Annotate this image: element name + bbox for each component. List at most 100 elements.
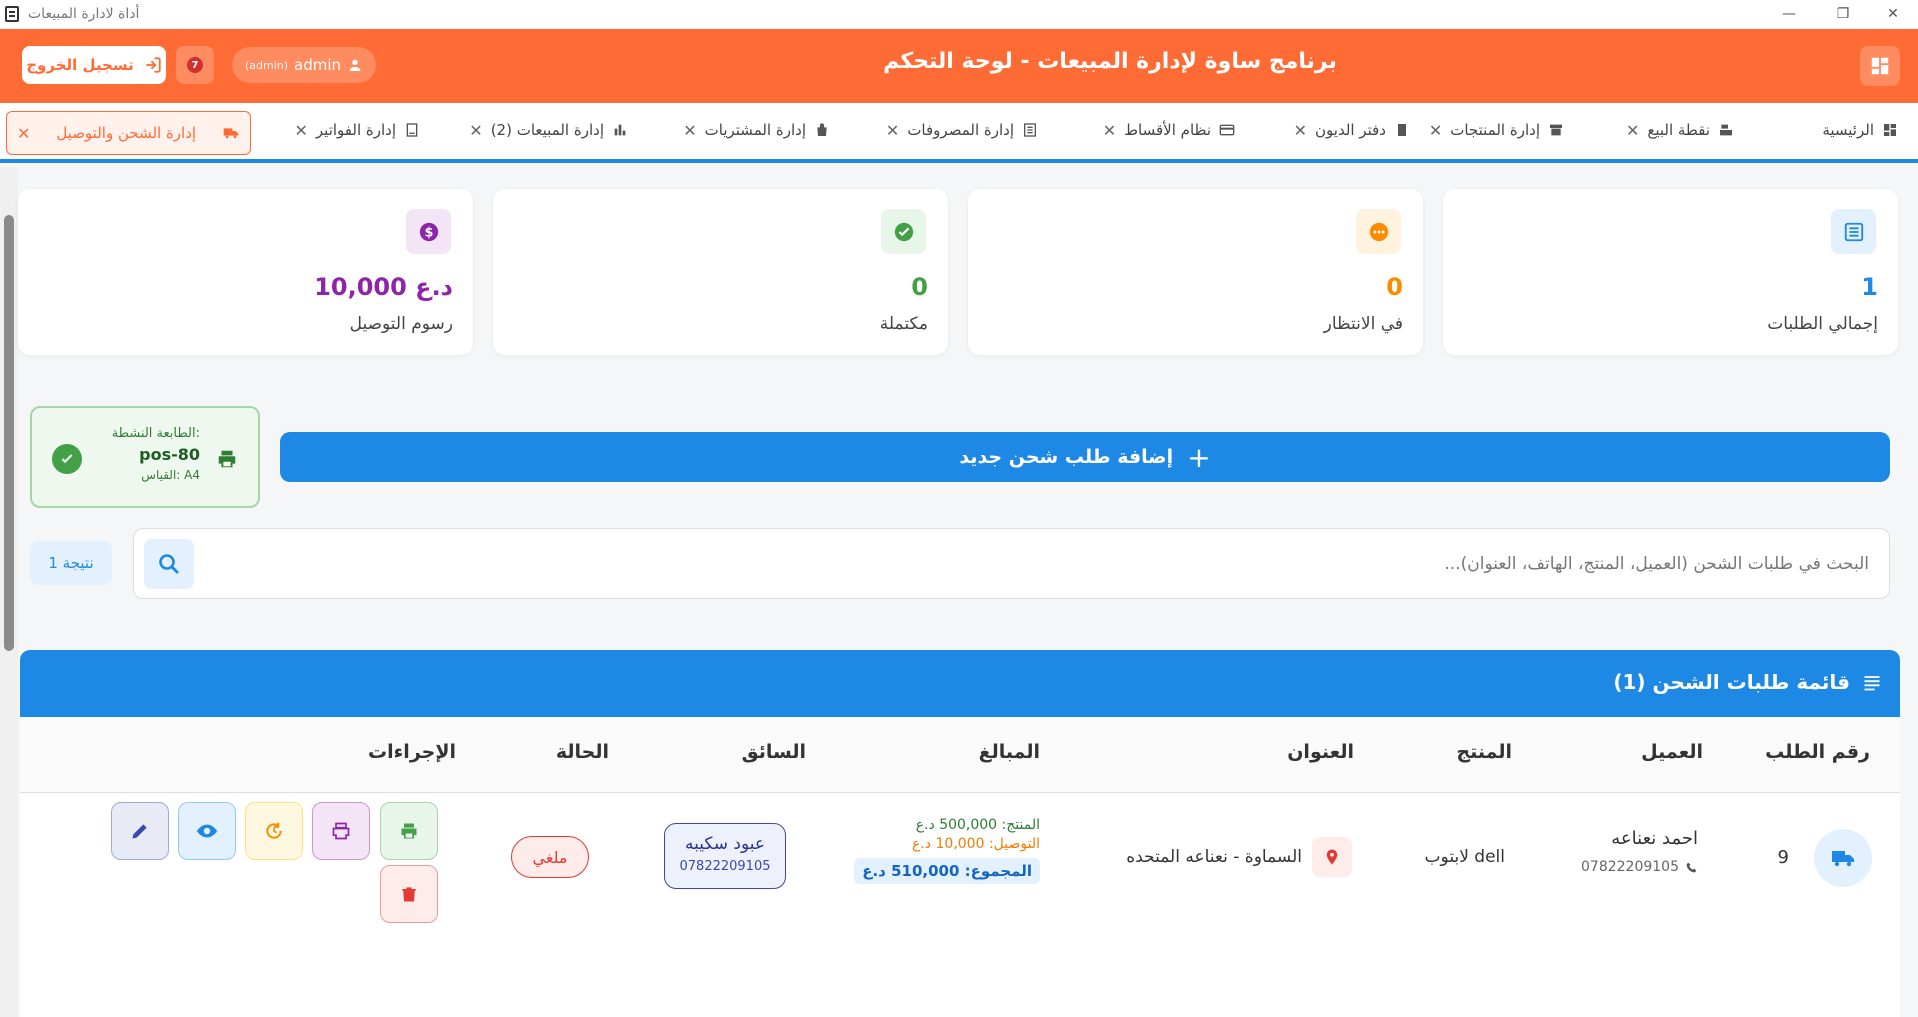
tab-close-icon[interactable]: ✕ xyxy=(1103,121,1116,140)
check-icon xyxy=(52,444,82,474)
driver-badge[interactable]: عبود سكيبه 07822209105 xyxy=(664,823,786,889)
search-input[interactable] xyxy=(269,543,1869,585)
shipping-orders-table: قائمة طلبات الشحن (1) رقم الطلب العميل ا… xyxy=(20,650,1900,1017)
refresh-icon xyxy=(266,822,282,839)
tab-close-icon[interactable]: ✕ xyxy=(469,121,482,140)
plus-icon: + xyxy=(1187,440,1211,474)
register-icon xyxy=(1720,124,1732,136)
stat-value: 1 xyxy=(1861,273,1878,301)
tab-label: إدارة المنتجات xyxy=(1450,121,1540,139)
stat-card-total: 1 إجمالي الطلبات xyxy=(1443,189,1898,355)
tab-shipping[interactable]: ✕ إدارة الشحن والتوصيل xyxy=(6,111,251,155)
tab-close-icon[interactable]: ✕ xyxy=(294,121,307,140)
table-row[interactable]: 9 احمد نعناعه 07822209105 لابتوب dell ال… xyxy=(20,793,1900,933)
dashboard-icon xyxy=(1871,57,1889,75)
app-window: أداة لادارة المبيعات — ❐ ✕ تسجيل الخروج … xyxy=(0,0,1918,1017)
product-name: لابتوب dell xyxy=(1424,847,1505,867)
stat-label: مكتملة xyxy=(879,314,928,334)
tab-label: نظام الأقساط xyxy=(1124,121,1211,139)
tab-expenses[interactable]: ✕ إدارة المصروفات xyxy=(886,113,1038,147)
tab-bar: الرئيسية ✕ نقطة البيع ✕ إدارة المنتجات ✕… xyxy=(0,103,1918,163)
window-title: أداة لادارة المبيعات xyxy=(28,6,140,22)
stat-label: في الانتظار xyxy=(1323,314,1403,334)
column-header: المنتج xyxy=(1456,741,1512,763)
amounts: المنتج: 500,000 د.ع التوصيل: 10,000 د.ع … xyxy=(854,817,1040,884)
dashboard-button[interactable] xyxy=(1860,46,1900,86)
stat-value: 10,000 د.ع xyxy=(314,273,453,301)
tab-home[interactable]: الرئيسية xyxy=(1822,113,1898,147)
svg-text:$: $ xyxy=(424,225,433,240)
tab-label: إدارة المبيعات (2) xyxy=(490,121,604,139)
column-header: الإجراءات xyxy=(367,741,456,763)
table-header-bar: قائمة طلبات الشحن (1) xyxy=(20,650,1900,717)
vertical-scrollbar[interactable] xyxy=(0,167,18,1017)
app-header: تسجيل الخروج 7 (admin) admin برنامج ساوة… xyxy=(0,29,1918,103)
active-printer-box[interactable]: الطابعة النشطة: pos-80 القياس: A4 xyxy=(30,406,260,508)
tab-pos[interactable]: ✕ نقطة البيع xyxy=(1626,113,1734,147)
tab-purchases[interactable]: ✕ إدارة المشتريات xyxy=(683,113,830,147)
change-status-button[interactable] xyxy=(245,802,303,860)
search-box xyxy=(133,528,1890,599)
logout-icon xyxy=(146,57,161,73)
edit-button[interactable] xyxy=(111,802,169,860)
stat-value: 0 xyxy=(1386,273,1403,301)
tab-close-icon[interactable]: ✕ xyxy=(17,124,30,143)
check-icon xyxy=(881,209,926,254)
maximize-button[interactable]: ❐ xyxy=(1818,2,1868,26)
amount-product: المنتج: 500,000 د.ع xyxy=(915,817,1040,833)
table-title: قائمة طلبات الشحن (1) xyxy=(1613,670,1850,694)
tab-label: إدارة المشتريات xyxy=(704,121,806,139)
search-icon xyxy=(159,554,179,574)
user-menu[interactable]: (admin) admin xyxy=(232,47,376,83)
page-title: برنامج ساوة لإدارة المبيعات - لوحة التحك… xyxy=(883,49,1337,74)
tab-close-icon[interactable]: ✕ xyxy=(1626,121,1639,140)
tab-label: دفتر الديون xyxy=(1315,121,1386,139)
tab-sales[interactable]: ✕ إدارة المبيعات (2) xyxy=(469,113,628,147)
invoice-icon xyxy=(406,123,418,137)
delete-button[interactable] xyxy=(380,865,438,923)
tab-label: الرئيسية xyxy=(1822,121,1874,139)
print-receipt-button[interactable] xyxy=(380,802,438,860)
logout-button[interactable]: تسجيل الخروج xyxy=(22,46,166,84)
column-header: الحالة xyxy=(555,741,609,763)
printer-outline-icon xyxy=(332,822,350,840)
column-header: السائق xyxy=(741,741,806,763)
stat-card-pending: 0 في الانتظار xyxy=(968,189,1423,355)
pending-icon xyxy=(1356,209,1401,254)
stat-card-completed: 0 مكتملة xyxy=(493,189,948,355)
close-window-button[interactable]: ✕ xyxy=(1868,2,1918,26)
tab-close-icon[interactable]: ✕ xyxy=(1429,121,1442,140)
phone-number: 07822209105 xyxy=(1581,859,1679,875)
tab-installments[interactable]: ✕ نظام الأقساط xyxy=(1103,113,1235,147)
amount-total: المجموع: 510,000 د.ع xyxy=(854,858,1040,884)
user-icon xyxy=(349,59,361,71)
notifications-button[interactable]: 7 xyxy=(176,46,214,84)
customer-name: احمد نعناعه xyxy=(1611,828,1698,849)
scrollbar-thumb[interactable] xyxy=(4,215,14,651)
tab-debts[interactable]: ✕ دفتر الديون xyxy=(1294,113,1410,147)
printer-label: الطابعة النشطة: xyxy=(111,426,200,441)
driver-name: عبود سكيبه xyxy=(684,834,766,854)
stat-value: 0 xyxy=(911,273,928,301)
user-role: (admin) xyxy=(244,58,289,72)
tab-close-icon[interactable]: ✕ xyxy=(886,121,899,140)
stat-label: رسوم التوصيل xyxy=(349,314,453,334)
print-invoice-button[interactable] xyxy=(312,802,370,860)
card-icon xyxy=(1219,124,1235,136)
notification-count-badge: 7 xyxy=(187,57,203,73)
phone-icon xyxy=(1686,862,1697,872)
tab-invoices[interactable]: ✕ إدارة الفواتير xyxy=(294,113,420,147)
tab-close-icon[interactable]: ✕ xyxy=(1294,121,1307,140)
archive-icon xyxy=(1550,124,1562,136)
tab-products[interactable]: ✕ إدارة المنتجات xyxy=(1429,113,1564,147)
amount-delivery: التوصيل: 10,000 د.ع xyxy=(912,836,1040,852)
tab-close-icon[interactable]: ✕ xyxy=(683,121,696,140)
search-button[interactable] xyxy=(144,539,194,589)
minimize-button[interactable]: — xyxy=(1764,2,1814,26)
bag-icon xyxy=(817,123,827,136)
column-header: العنوان xyxy=(1287,741,1354,763)
add-shipping-order-button[interactable]: إضافة طلب شحن جديد + xyxy=(280,432,1890,482)
book-icon xyxy=(1398,124,1406,136)
view-button[interactable] xyxy=(178,802,236,860)
list-icon xyxy=(1831,209,1876,254)
